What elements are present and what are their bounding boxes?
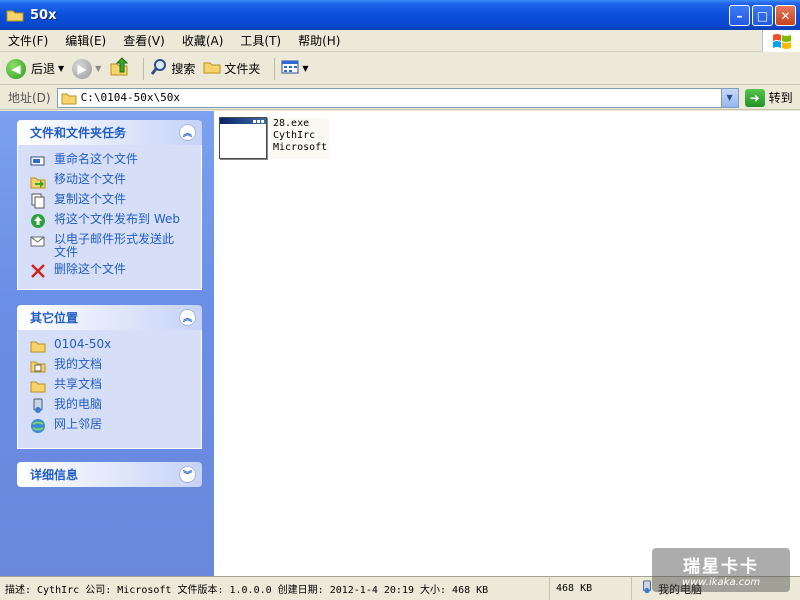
forward-arrow-icon: ▶ [72, 58, 93, 79]
folders-label: 文件夹 [224, 62, 261, 76]
task-rename[interactable]: 重命名这个文件 [30, 153, 201, 169]
place-my-computer[interactable]: 我的电脑 [30, 398, 201, 414]
move-icon [30, 173, 46, 189]
menu-view[interactable]: 查看(V) [123, 32, 165, 49]
collapse-icon[interactable]: ︽ [179, 124, 196, 141]
folder-up-icon [109, 57, 129, 80]
other-places-title: 其它位置 [30, 311, 79, 325]
watermark-url: www.ikaka.com [681, 577, 761, 588]
status-description: 描述: CythIrc 公司: Microsoft 文件版本: 1.0.0.0 … [0, 577, 550, 600]
task-email[interactable]: 以电子邮件形式发送此文件 [30, 233, 201, 259]
my-documents-icon [30, 358, 46, 374]
toolbar: ◀ 后退 ▼ ▶ ▼ 搜索 文件夹 ▼ [0, 53, 800, 85]
folder-icon [30, 378, 46, 394]
dropdown-arrow-icon[interactable]: ▼ [58, 64, 64, 73]
file-tasks-panel: 文件和文件夹任务 ︽ 重命名这个文件 移动这个文件 复制这个文件 将这个文件发布… [17, 120, 202, 290]
computer-icon [30, 398, 46, 414]
dropdown-arrow-icon[interactable]: ▼ [302, 64, 308, 73]
file-company: Microsoft [273, 142, 328, 153]
menu-edit[interactable]: 编辑(E) [65, 32, 106, 49]
place-shared-documents[interactable]: 共享文档 [30, 378, 201, 394]
task-pane: 文件和文件夹任务 ︽ 重命名这个文件 移动这个文件 复制这个文件 将这个文件发布… [0, 111, 214, 576]
task-copy[interactable]: 复制这个文件 [30, 193, 201, 209]
place-network[interactable]: 网上邻居 [30, 418, 201, 434]
collapse-icon[interactable]: ︽ [179, 309, 196, 326]
dropdown-arrow-icon[interactable]: ▼ [95, 64, 101, 73]
rename-icon [30, 153, 46, 169]
details-header[interactable]: 详细信息 ︾ [17, 462, 202, 487]
file-details: 28.exe CythIrc Microsoft [271, 118, 330, 159]
other-places-panel: 其它位置 ︽ 0104-50x 我的文档 共享文档 我的电脑 网上邻居 [17, 305, 202, 449]
task-move[interactable]: 移动这个文件 [30, 173, 201, 189]
window-title: 50x [30, 7, 57, 23]
menu-bar: 文件(F) 编辑(E) 查看(V) 收藏(A) 工具(T) 帮助(H) [0, 30, 800, 52]
window-controls: – □ ✕ [729, 5, 796, 26]
menu-help[interactable]: 帮助(H) [298, 32, 340, 49]
details-panel: 详细信息 ︾ [17, 462, 202, 487]
close-button[interactable]: ✕ [775, 5, 796, 26]
folder-icon [30, 338, 46, 354]
folders-button[interactable]: 文件夹 [203, 59, 260, 78]
address-label: 地址(D) [8, 91, 51, 105]
file-item[interactable]: 28.exe CythIrc Microsoft [219, 117, 330, 159]
task-publish-web[interactable]: 将这个文件发布到 Web [30, 213, 201, 229]
file-description: CythIrc [273, 130, 316, 141]
title-bar[interactable]: 50x – □ ✕ [0, 0, 800, 30]
delete-icon [30, 263, 46, 279]
back-label: 后退 [31, 62, 56, 76]
place-my-documents[interactable]: 我的文档 [30, 358, 201, 374]
toolbar-separator [143, 57, 145, 80]
email-icon [30, 233, 46, 249]
other-places-body: 0104-50x 我的文档 共享文档 我的电脑 网上邻居 [17, 330, 202, 449]
windows-logo-icon [762, 30, 800, 52]
other-places-header[interactable]: 其它位置 ︽ [17, 305, 202, 330]
menu-tools[interactable]: 工具(T) [240, 32, 281, 49]
folder-icon [61, 91, 77, 105]
file-tasks-header[interactable]: 文件和文件夹任务 ︽ [17, 120, 202, 145]
address-bar: 地址(D) C:\0104-50x\50x ▼ ➜ 转到 [0, 86, 800, 110]
network-places-icon [30, 418, 46, 434]
views-button[interactable]: ▼ [281, 59, 309, 78]
file-tasks-title: 文件和文件夹任务 [30, 126, 127, 140]
file-list-view[interactable]: 28.exe CythIrc Microsoft [214, 111, 800, 576]
back-button[interactable]: ◀ 后退 ▼ [6, 58, 64, 79]
maximize-button[interactable]: □ [752, 5, 773, 26]
menu-file[interactable]: 文件(F) [8, 32, 48, 49]
go-button[interactable]: ➜ 转到 [744, 88, 793, 107]
file-name: 28.exe [273, 118, 310, 129]
expand-icon[interactable]: ︾ [179, 466, 196, 483]
place-parent-folder[interactable]: 0104-50x [30, 338, 201, 354]
toolbar-separator [274, 57, 276, 80]
address-input[interactable]: C:\0104-50x\50x ▼ [56, 87, 739, 108]
address-dropdown-button[interactable]: ▼ [720, 88, 738, 107]
go-arrow-icon: ➜ [744, 88, 765, 107]
address-path: C:\0104-50x\50x [80, 91, 180, 104]
search-icon [150, 58, 168, 79]
go-label: 转到 [768, 91, 793, 105]
search-label: 搜索 [171, 62, 196, 76]
folder-icon [203, 59, 221, 78]
minimize-button[interactable]: – [729, 5, 750, 26]
details-title: 详细信息 [30, 468, 79, 482]
up-button[interactable] [109, 57, 129, 80]
folder-icon [6, 8, 24, 22]
globe-upload-icon [30, 213, 46, 229]
copy-icon [30, 193, 46, 209]
views-icon [281, 59, 299, 78]
task-delete[interactable]: 删除这个文件 [30, 263, 201, 279]
status-size: 468 KB [550, 577, 632, 600]
application-icon [219, 117, 267, 159]
forward-button[interactable]: ▶ ▼ [72, 58, 101, 79]
file-tasks-body: 重命名这个文件 移动这个文件 复制这个文件 将这个文件发布到 Web 以电子邮件… [17, 145, 202, 290]
menu-favorites[interactable]: 收藏(A) [182, 32, 224, 49]
watermark-logo: 瑞星卡卡 [683, 557, 759, 577]
watermark: 瑞星卡卡 www.ikaka.com [652, 548, 790, 592]
search-button[interactable]: 搜索 [150, 58, 195, 79]
back-arrow-icon: ◀ [6, 58, 26, 79]
